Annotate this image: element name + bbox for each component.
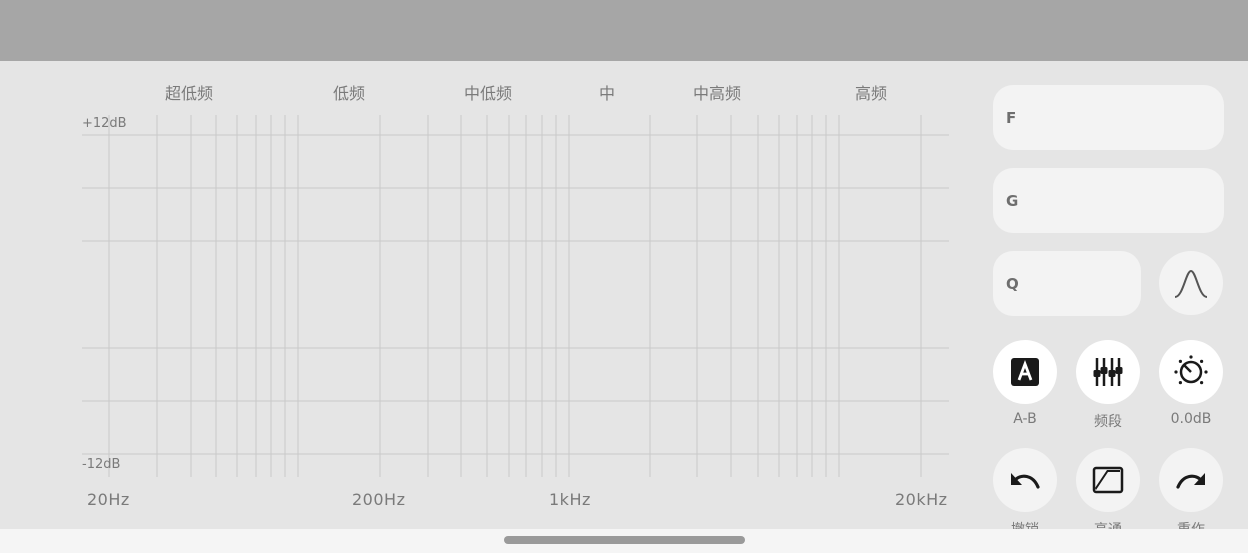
high-pass-icon [1092,466,1124,494]
q-field-label: Q [1006,274,1019,293]
freq-label-20khz: 20kHz [895,490,948,509]
peak-filter-icon [1174,269,1208,298]
band-label-mid: 中 [598,84,616,103]
high-pass-button[interactable] [1076,448,1140,512]
band-label-high-mid: 中高频 [692,84,742,103]
sliders-icon [1093,358,1123,386]
freq-label-200hz: 200Hz [352,490,406,509]
gain-field[interactable]: G [993,168,1224,233]
knob-icon [1174,355,1208,385]
band-label-treble: 高频 [854,84,888,103]
ab-compare-button[interactable] [993,340,1057,404]
gain-field-label: G [1006,191,1019,210]
ab-compare-caption: A-B [1013,411,1037,427]
undo-caption: 撤销 [1011,519,1039,529]
bands-caption: 频段 [1094,414,1122,430]
undo-button[interactable] [993,448,1057,512]
home-indicator[interactable] [504,536,745,544]
frequency-field-label: F [1006,108,1017,127]
q-field[interactable]: Q [993,251,1141,316]
gain-knob-button[interactable] [1159,340,1223,404]
band-label-bass: 低频 [332,84,366,103]
freq-label-20hz: 20Hz [87,490,130,509]
redo-caption: 重作 [1177,519,1205,529]
db-min-label: -12dB [82,457,121,472]
freq-label-1khz: 1kHz [549,490,591,509]
undo-icon [1011,473,1040,489]
db-max-label: +12dB [82,116,127,131]
frequency-field[interactable]: F [993,85,1224,150]
band-label-low-mid: 中低频 [463,84,513,103]
gain-value-caption: 0.0dB [1170,411,1212,427]
bottom-captions: 撤销 高通 重作 [980,519,1248,529]
redo-button[interactable] [1159,448,1223,512]
redo-icon [1176,473,1205,489]
band-label-sub-bass: 超低频 [164,84,214,103]
high-pass-caption: 高通 [1094,519,1122,529]
bands-button[interactable] [1076,340,1140,404]
filter-shape-button[interactable] [1159,251,1223,315]
a-letter-icon [1011,358,1039,386]
